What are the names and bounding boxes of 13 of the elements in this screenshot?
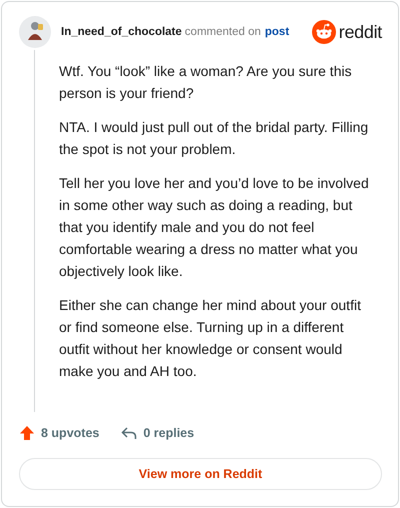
comment-paragraph: Wtf. You “look” like a woman? Are you sure this person is your friend?	[59, 62, 353, 103]
upvotes-text: 8 upvotes	[41, 426, 100, 440]
replies-text: 0 replies	[143, 426, 194, 440]
comment-paragraph: Tell her you love her and you’d love to be involved in some other way such as doing a reading, but that you identify male and you do not feel comfortable wearing a dress no matter what you objectively look like.	[59, 174, 370, 281]
upvote-count[interactable]: 8 upvotes	[19, 425, 100, 441]
view-more-button[interactable]: View more on Reddit	[19, 458, 382, 490]
post-link[interactable]: post	[264, 26, 290, 38]
author-name[interactable]: In_need_of_chocolate	[61, 26, 182, 38]
brand-name: reddit	[338, 22, 382, 42]
action-text: commented on	[184, 26, 261, 38]
comment-paragraph: NTA. I would just pull out of the bridal party. Filling the spot is not your problem.	[59, 118, 370, 159]
comment-paragraph: Either she can change her mind about your outfit or find someone else. Turning up in a different outfit without her knowledge or consent would make you and AH too.	[59, 296, 362, 381]
reply-count[interactable]: 0 replies	[121, 425, 194, 441]
